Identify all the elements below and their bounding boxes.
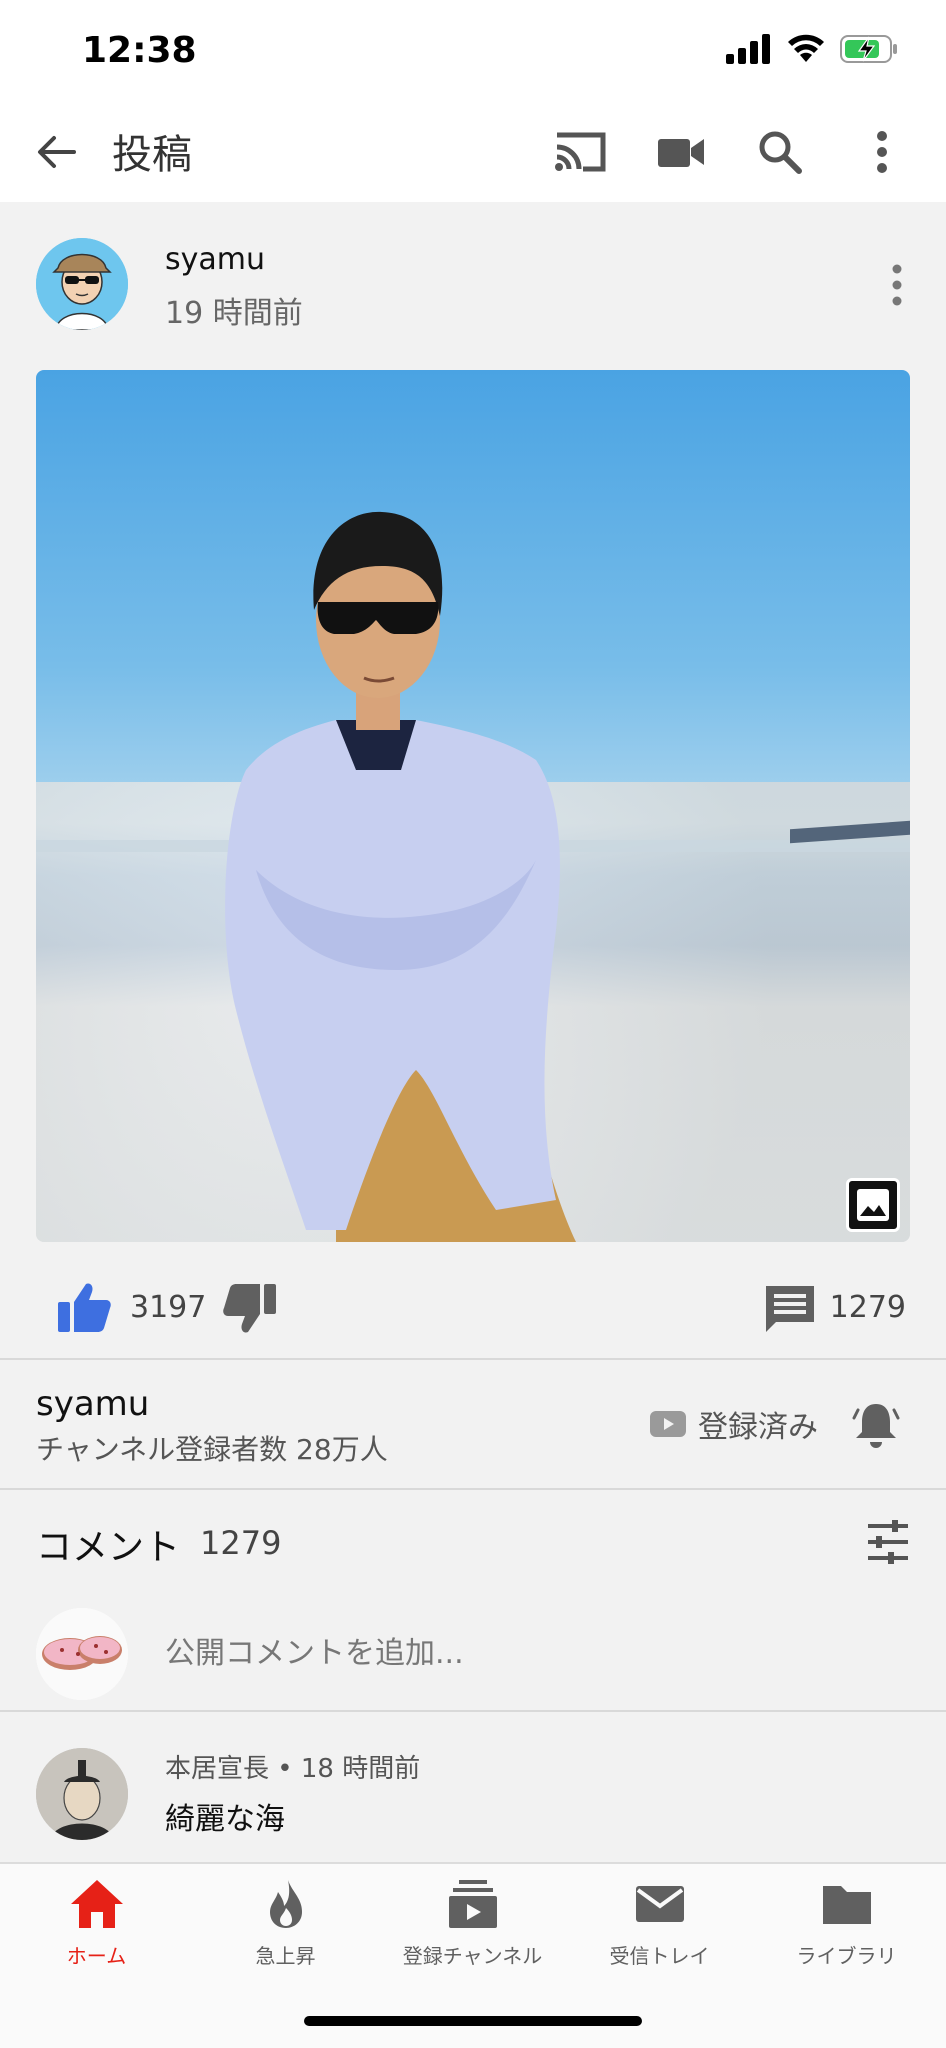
more-vert-icon [877, 131, 887, 173]
nav-item-trending[interactable]: 急上昇 [191, 1878, 380, 1988]
comment-author-time: 本居宣長 • 18 時間前 [165, 1754, 421, 1784]
sort-filter-icon[interactable] [864, 1518, 912, 1566]
thumbs-up-icon[interactable] [56, 1280, 112, 1336]
like-count: 3197 [130, 1290, 207, 1325]
nav-label: 受信トレイ [609, 1944, 710, 1968]
video-camera-icon [658, 139, 704, 167]
post-author[interactable]: syamu [165, 242, 265, 277]
status-bar: 12:38 [0, 0, 946, 100]
search-icon [759, 131, 802, 174]
my-avatar [36, 1608, 128, 1700]
search-button[interactable] [752, 126, 808, 178]
author-avatar[interactable] [36, 238, 128, 330]
thumbs-down-icon[interactable] [222, 1280, 278, 1336]
cartoon-avatar-icon [36, 238, 128, 330]
post-header: syamu 19 時間前 [0, 202, 946, 370]
cellular-signal-icon [726, 34, 770, 64]
cast-button[interactable] [552, 126, 608, 178]
comments-title: コメント [36, 1527, 181, 1568]
nav-item-library[interactable]: ライブラリ [752, 1878, 941, 1988]
portrait-avatar-icon [36, 1748, 128, 1840]
app-bar: 投稿 [0, 100, 946, 202]
youtube-play-icon [650, 1411, 686, 1437]
folder-icon [822, 1886, 871, 1924]
comments-count: 1279 [200, 1524, 282, 1562]
comment-text: 綺麗な海 [165, 1802, 285, 1837]
image-gallery-badge [846, 1178, 900, 1232]
nav-item-inbox[interactable]: 受信トレイ [565, 1878, 754, 1988]
post-image[interactable] [36, 370, 910, 1242]
nav-label: 登録チャンネル [402, 1944, 543, 1968]
commenter-avatar[interactable] [36, 1748, 128, 1840]
nav-item-home[interactable]: ホーム [2, 1878, 191, 1988]
home-indicator [304, 2016, 642, 2026]
image-icon [857, 1189, 889, 1221]
subscriptions-icon [448, 1880, 497, 1928]
person-figure [225, 511, 576, 1242]
flame-icon [269, 1880, 302, 1928]
channel-row[interactable]: syamu チャンネル登録者数 28万人 登録済み [0, 1360, 946, 1488]
channel-name[interactable]: syamu [36, 1384, 149, 1424]
wifi-icon [788, 34, 824, 62]
comment-icon[interactable] [764, 1282, 816, 1334]
more-options-button[interactable] [854, 126, 910, 178]
post-actions: 3197 1279 [0, 1258, 946, 1358]
channel-subscriber-count: チャンネル登録者数 28万人 [36, 1433, 388, 1466]
subscribe-status-label: 登録済み [698, 1410, 818, 1445]
comment-count: 1279 [829, 1290, 906, 1325]
nav-item-subscriptions[interactable]: 登録チャンネル [378, 1878, 567, 1988]
status-icons [726, 34, 898, 64]
notification-bell-icon[interactable] [852, 1400, 900, 1450]
mail-icon [635, 1886, 684, 1922]
comments-header: コメント 1279 [0, 1490, 946, 1600]
nav-label: ホーム [66, 1944, 127, 1968]
donut-avatar-icon [36, 1608, 128, 1700]
back-arrow-icon[interactable] [34, 130, 78, 174]
create-video-button[interactable] [654, 126, 710, 178]
page-title: 投稿 [112, 132, 192, 178]
post-time: 19 時間前 [165, 296, 303, 331]
home-icon [70, 1880, 123, 1928]
nav-label: ライブラリ [796, 1944, 897, 1968]
post-more-icon[interactable] [882, 262, 912, 308]
subscribe-status[interactable]: 登録済み [650, 1402, 818, 1446]
cast-icon [555, 132, 606, 172]
nav-label: 急上昇 [255, 1944, 316, 1968]
battery-charging-icon [840, 35, 897, 63]
comment-item[interactable]: 本居宣長 • 18 時間前 綺麗な海 [0, 1712, 946, 1862]
add-comment-input[interactable]: 公開コメントを追加... [165, 1628, 464, 1672]
status-time: 12:38 [82, 30, 197, 71]
add-comment-row[interactable]: 公開コメントを追加... [0, 1600, 946, 1710]
